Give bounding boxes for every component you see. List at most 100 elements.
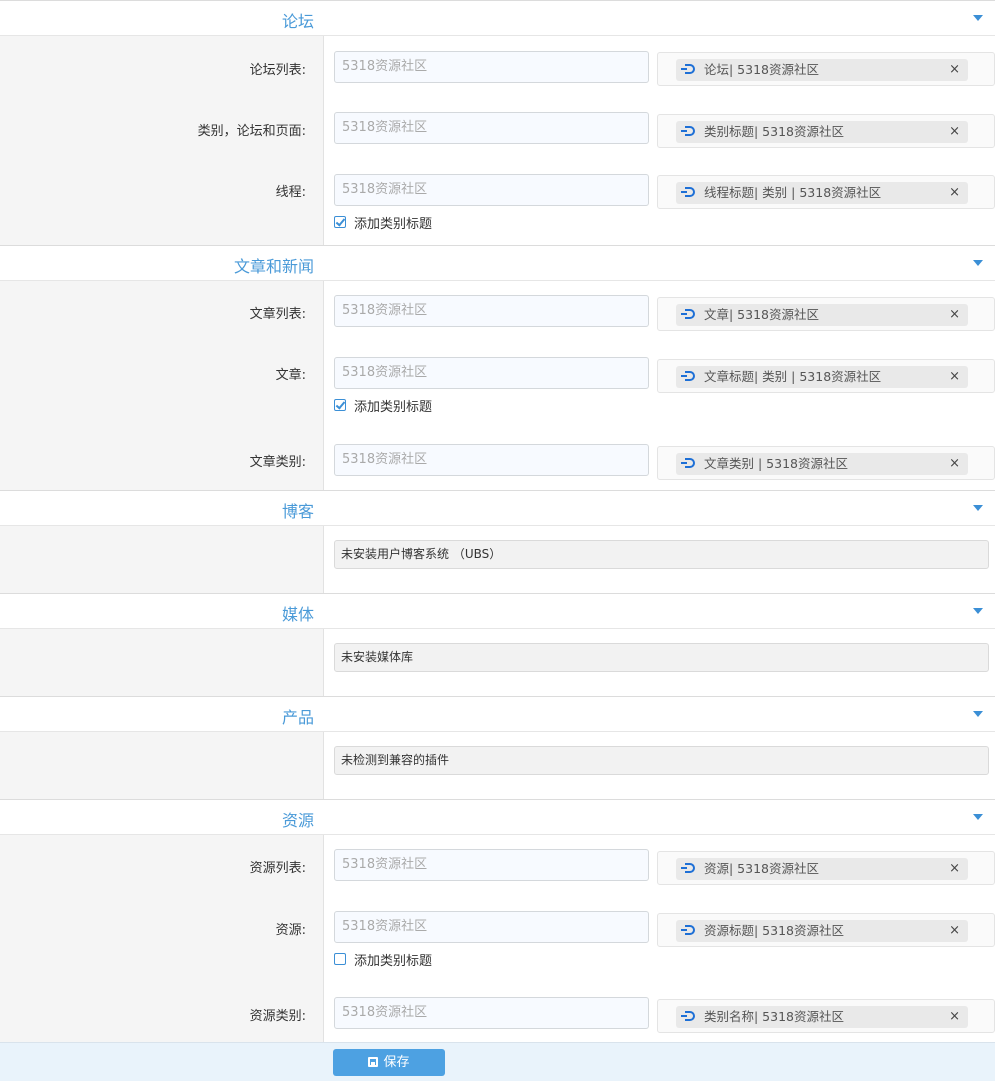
title-input[interactable]: 5318资源社区 bbox=[334, 51, 649, 83]
label-column: 资源列表: 资源: 资源类别: bbox=[0, 835, 324, 1045]
token-text: 线程标题| 类别 | 5318资源社区 bbox=[704, 185, 882, 200]
token-logo-icon bbox=[681, 458, 695, 468]
section-header-forum[interactable]: 论坛 bbox=[0, 0, 995, 36]
remove-token-icon[interactable]: × bbox=[949, 858, 960, 880]
section-body-media: 未安装媒体库 bbox=[0, 629, 995, 696]
label-column bbox=[0, 629, 324, 696]
field-label: 论坛列表: bbox=[249, 63, 306, 78]
remove-token-icon[interactable]: × bbox=[949, 121, 960, 143]
token-field[interactable]: 资源| 5318资源社区 × bbox=[657, 851, 995, 885]
title-token: 类别标题| 5318资源社区 × bbox=[676, 121, 968, 143]
title-token: 文章类别 | 5318资源社区 × bbox=[676, 453, 968, 475]
section-body-blog: 未安装用户博客系统 （UBS） bbox=[0, 526, 995, 593]
remove-token-icon[interactable]: × bbox=[949, 453, 960, 475]
checkbox-label: 添加类别标题 bbox=[354, 953, 433, 969]
token-field[interactable]: 资源标题| 5318资源社区 × bbox=[657, 913, 995, 947]
label-column bbox=[0, 526, 324, 593]
token-logo-icon bbox=[681, 187, 695, 197]
token-field[interactable]: 线程标题| 类别 | 5318资源社区 × bbox=[657, 175, 995, 209]
token-field[interactable]: 文章类别 | 5318资源社区 × bbox=[657, 446, 995, 480]
remove-token-icon[interactable]: × bbox=[949, 182, 960, 204]
remove-token-icon[interactable]: × bbox=[949, 304, 960, 326]
token-field[interactable]: 类别名称| 5318资源社区 × bbox=[657, 999, 995, 1033]
title-token: 资源| 5318资源社区 × bbox=[676, 858, 968, 880]
token-logo-icon bbox=[681, 126, 695, 136]
checkbox-label: 添加类别标题 bbox=[354, 399, 433, 415]
token-text: 资源| 5318资源社区 bbox=[704, 861, 819, 876]
token-field[interactable]: 类别标题| 5318资源社区 × bbox=[657, 114, 995, 148]
section-title: 产品 bbox=[281, 708, 314, 727]
add-category-title-option[interactable]: 添加类别标题 bbox=[334, 951, 433, 969]
field-label: 文章列表: bbox=[249, 307, 306, 322]
add-category-title-checkbox[interactable] bbox=[334, 216, 346, 228]
title-input[interactable]: 5318资源社区 bbox=[334, 357, 649, 389]
field-column: 未检测到兼容的插件 bbox=[324, 732, 995, 799]
add-category-title-checkbox[interactable] bbox=[334, 399, 346, 411]
title-input[interactable]: 5318资源社区 bbox=[334, 911, 649, 943]
token-field[interactable]: 论坛| 5318资源社区 × bbox=[657, 52, 995, 86]
token-logo-icon bbox=[681, 64, 695, 74]
title-input[interactable]: 5318资源社区 bbox=[334, 174, 649, 206]
field-column: 5318资源社区 文章| 5318资源社区 × 5318资源社区 文章标题| 类… bbox=[324, 281, 995, 490]
title-input[interactable]: 5318资源社区 bbox=[334, 112, 649, 144]
remove-token-icon[interactable]: × bbox=[949, 59, 960, 81]
field-label: 文章: bbox=[275, 368, 306, 383]
section-header-resources[interactable]: 资源 bbox=[0, 799, 995, 835]
section-body-articles: 文章列表: 文章: 文章类别: 5318资源社区 文章| 5318资源社区 × … bbox=[0, 281, 995, 490]
remove-token-icon[interactable]: × bbox=[949, 920, 960, 942]
token-text: 类别标题| 5318资源社区 bbox=[704, 124, 844, 139]
token-logo-icon bbox=[681, 371, 695, 381]
label-column: 论坛列表: 类别，论坛和页面: 线程: bbox=[0, 36, 324, 245]
token-text: 文章| 5318资源社区 bbox=[704, 307, 819, 322]
save-label: 保存 bbox=[383, 1055, 410, 1070]
token-logo-icon bbox=[681, 1011, 695, 1021]
section-title: 论坛 bbox=[281, 12, 314, 31]
field-column: 未安装媒体库 bbox=[324, 629, 995, 696]
field-column: 5318资源社区 论坛| 5318资源社区 × 5318资源社区 类别标题| 5… bbox=[324, 36, 995, 245]
notice-box: 未安装用户博客系统 （UBS） bbox=[334, 540, 989, 569]
caret-down-icon[interactable] bbox=[973, 15, 983, 21]
title-input[interactable]: 5318资源社区 bbox=[334, 444, 649, 476]
form-footer: 保存 bbox=[0, 1042, 995, 1081]
remove-token-icon[interactable]: × bbox=[949, 1006, 960, 1028]
section-title: 资源 bbox=[281, 811, 314, 830]
floppy-disk-icon bbox=[368, 1057, 379, 1067]
caret-down-icon[interactable] bbox=[973, 505, 983, 511]
token-text: 论坛| 5318资源社区 bbox=[704, 62, 819, 77]
title-token: 线程标题| 类别 | 5318资源社区 × bbox=[676, 182, 968, 204]
save-button[interactable]: 保存 bbox=[333, 1049, 445, 1076]
add-category-title-checkbox[interactable] bbox=[334, 953, 346, 965]
field-column: 5318资源社区 资源| 5318资源社区 × 5318资源社区 资源标题| 5… bbox=[324, 835, 995, 1045]
label-column bbox=[0, 732, 324, 799]
field-label: 类别，论坛和页面: bbox=[197, 124, 306, 139]
token-logo-icon bbox=[681, 309, 695, 319]
field-label: 线程: bbox=[275, 185, 306, 200]
title-token: 论坛| 5318资源社区 × bbox=[676, 59, 968, 81]
section-header-blog[interactable]: 博客 bbox=[0, 490, 995, 526]
remove-token-icon[interactable]: × bbox=[949, 366, 960, 388]
caret-down-icon[interactable] bbox=[973, 711, 983, 717]
section-header-products[interactable]: 产品 bbox=[0, 696, 995, 732]
caret-down-icon[interactable] bbox=[973, 814, 983, 820]
title-token: 文章| 5318资源社区 × bbox=[676, 304, 968, 326]
title-input[interactable]: 5318资源社区 bbox=[334, 295, 649, 327]
section-header-media[interactable]: 媒体 bbox=[0, 593, 995, 629]
field-label: 资源类别: bbox=[249, 1009, 306, 1024]
label-column: 文章列表: 文章: 文章类别: bbox=[0, 281, 324, 490]
section-title: 博客 bbox=[281, 502, 314, 521]
token-field[interactable]: 文章标题| 类别 | 5318资源社区 × bbox=[657, 359, 995, 393]
section-header-articles[interactable]: 文章和新闻 bbox=[0, 245, 995, 281]
field-label: 资源: bbox=[275, 923, 306, 938]
title-input[interactable]: 5318资源社区 bbox=[334, 997, 649, 1029]
title-input[interactable]: 5318资源社区 bbox=[334, 849, 649, 881]
section-title: 媒体 bbox=[281, 605, 314, 624]
add-category-title-option[interactable]: 添加类别标题 bbox=[334, 214, 432, 232]
add-category-title-option[interactable]: 添加类别标题 bbox=[334, 397, 433, 415]
caret-down-icon[interactable] bbox=[973, 260, 983, 266]
token-field[interactable]: 文章| 5318资源社区 × bbox=[657, 297, 995, 331]
token-logo-icon bbox=[681, 925, 695, 935]
notice-box: 未安装媒体库 bbox=[334, 643, 989, 672]
title-token: 类别名称| 5318资源社区 × bbox=[676, 1006, 968, 1028]
token-text: 文章标题| 类别 | 5318资源社区 bbox=[704, 369, 882, 384]
caret-down-icon[interactable] bbox=[973, 608, 983, 614]
